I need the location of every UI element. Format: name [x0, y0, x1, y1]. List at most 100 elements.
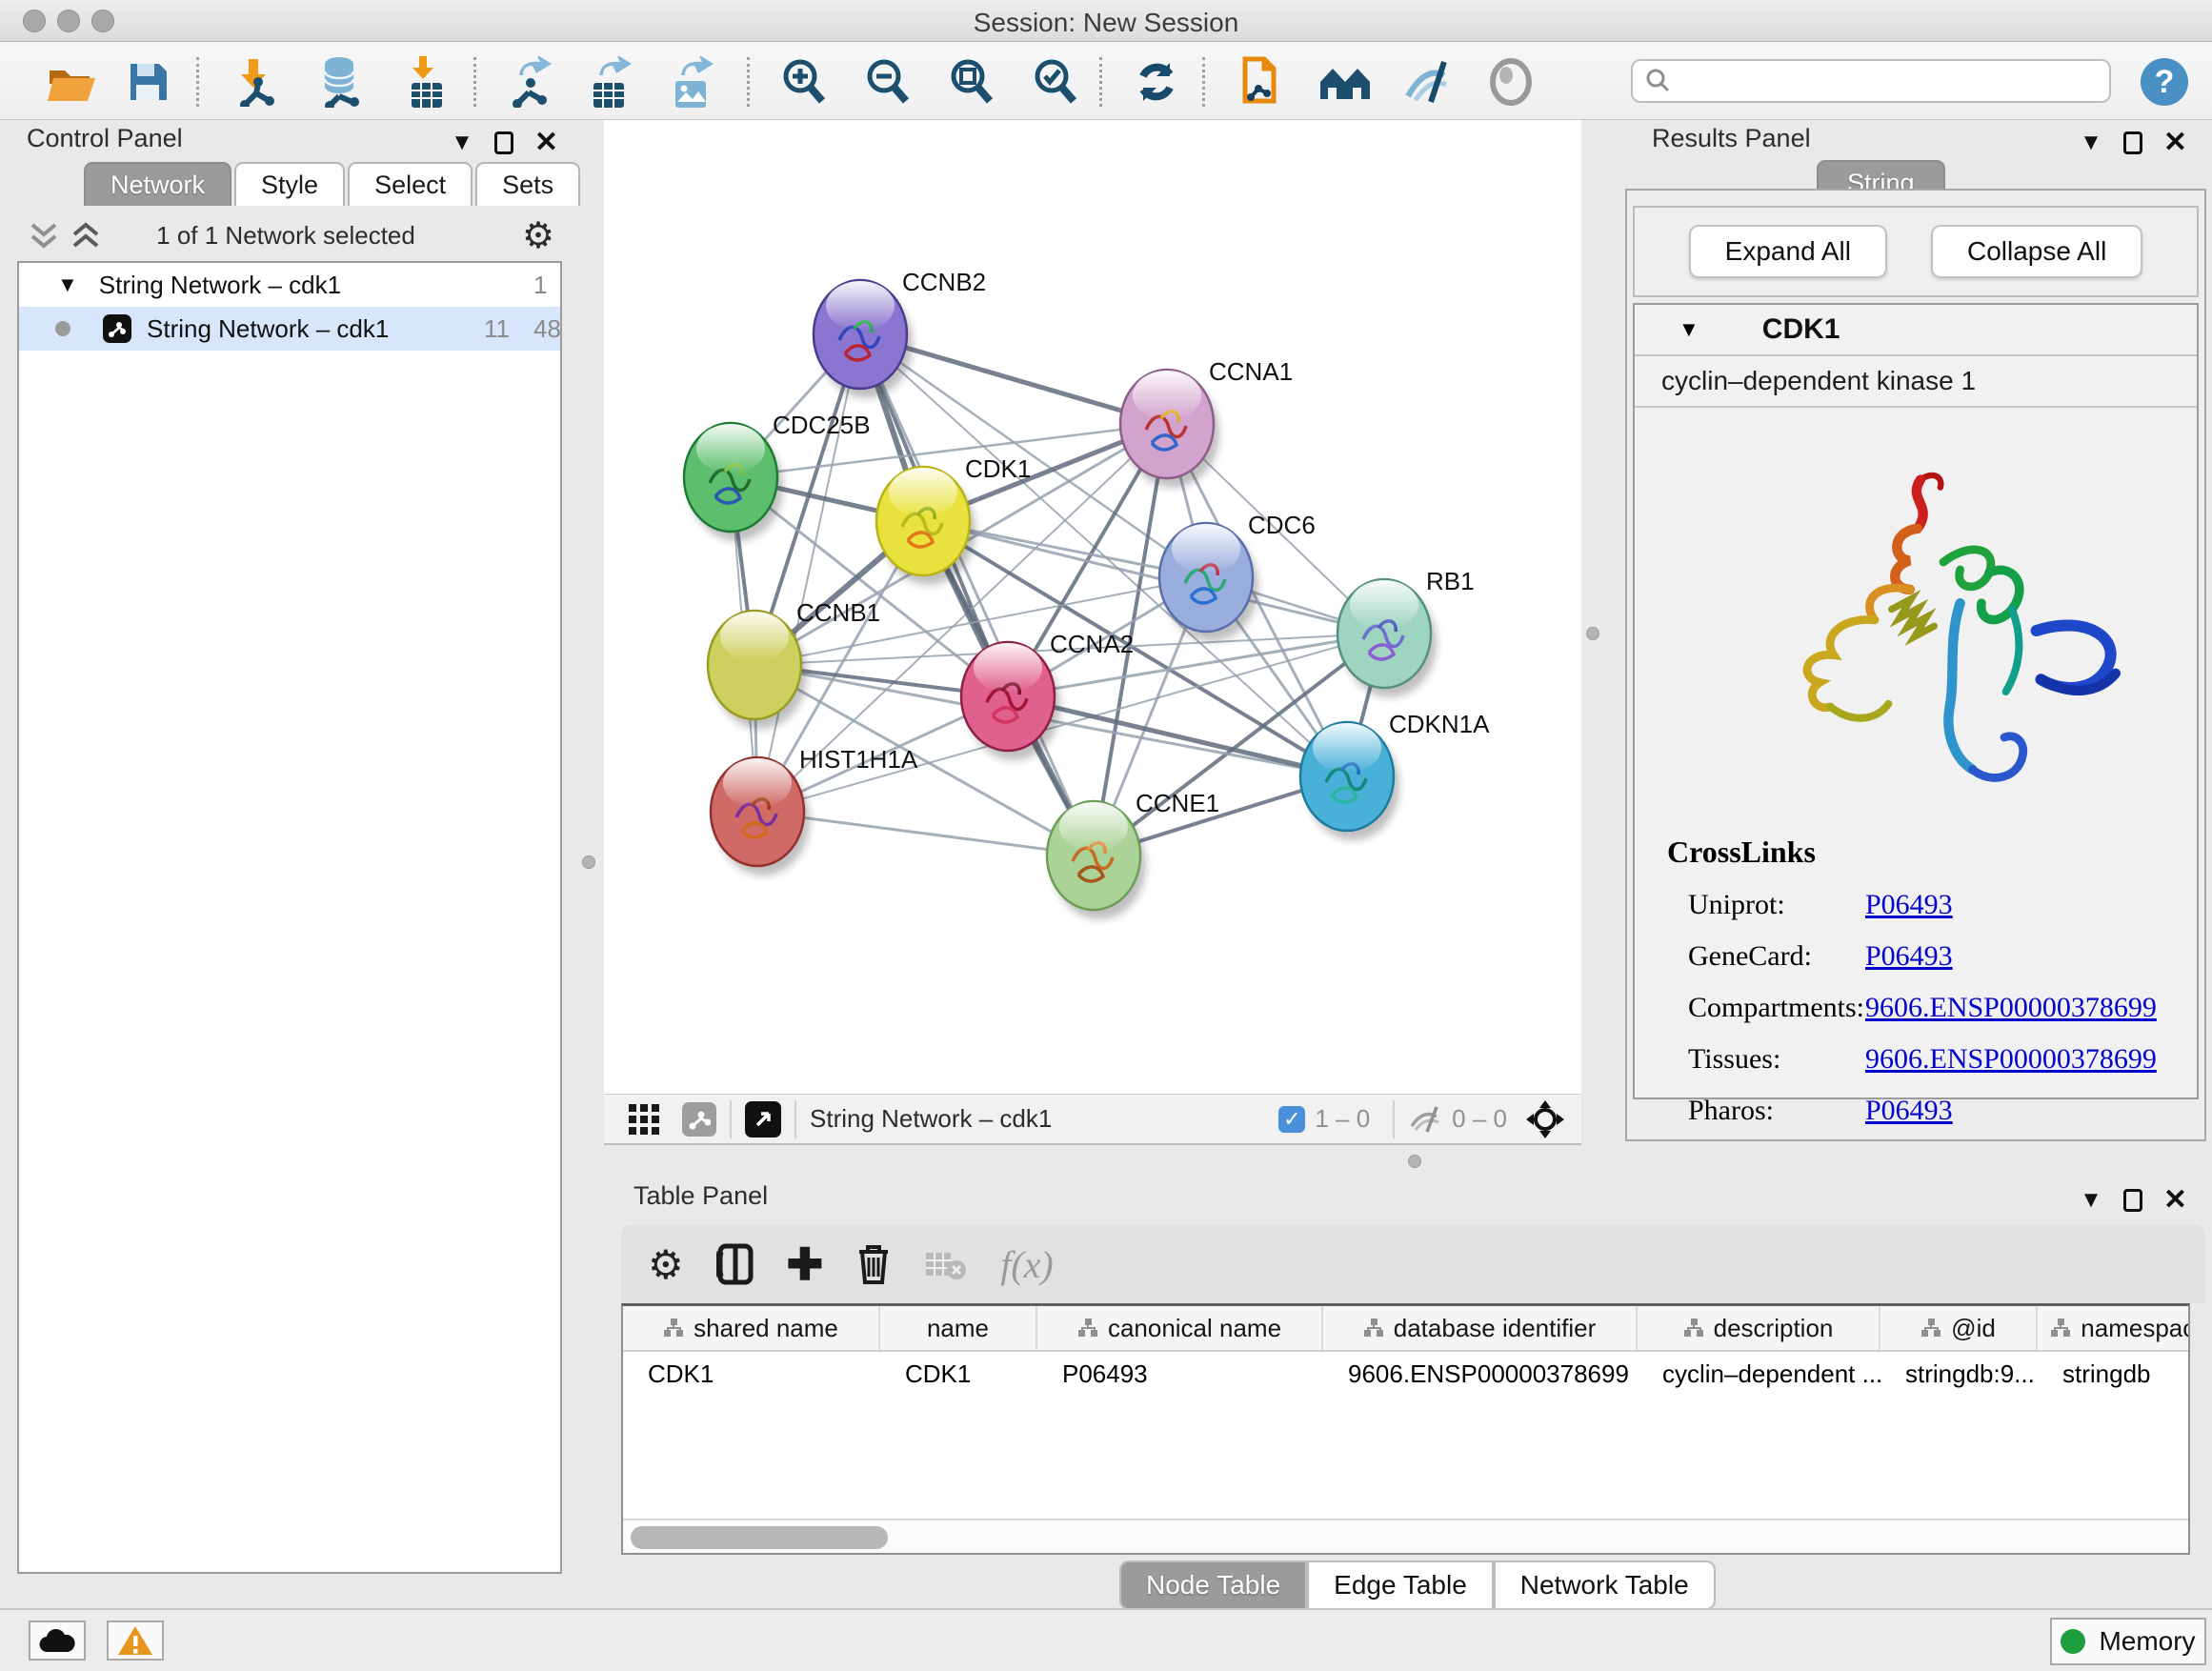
column-header-database-identifier[interactable]: database identifier [1323, 1306, 1638, 1350]
collection-expand-icon[interactable]: ▼ [57, 272, 78, 297]
crosslink-link[interactable]: 9606.ENSP00000378699 [1865, 1043, 2157, 1076]
search-field[interactable] [1631, 59, 2111, 103]
node-table[interactable]: shared namenamecanonical namedatabase id… [621, 1303, 2190, 1555]
save-session-icon[interactable] [122, 55, 175, 109]
table-cell[interactable]: stringdb:9... [1880, 1352, 2038, 1396]
node-CCNE1[interactable]: CCNE1 [1047, 789, 1219, 919]
search-input[interactable] [1673, 67, 2082, 96]
export-network-icon[interactable] [503, 55, 556, 109]
node-CDC6[interactable]: CDC6 [1159, 511, 1316, 641]
selected-checkbox-icon[interactable]: ✓ [1278, 1106, 1305, 1133]
hidden-eye-icon[interactable] [1408, 1105, 1442, 1134]
clear-table-icon[interactable] [924, 1247, 968, 1281]
zoom-in-icon[interactable] [777, 55, 831, 109]
table-cell[interactable]: CDK1 [623, 1352, 880, 1396]
string-import-icon[interactable] [1231, 55, 1284, 109]
network-collection-row[interactable]: ▼ String Network – cdk1 1 [19, 263, 560, 307]
node-CCNB2[interactable]: CCNB2 [814, 268, 986, 398]
edge-CCNB2-CCNE1[interactable] [860, 334, 1094, 856]
table-cell[interactable]: CDK1 [880, 1352, 1037, 1396]
node-CDC25B[interactable]: CDC25B [684, 411, 871, 541]
first-neighbors-icon[interactable] [1318, 55, 1372, 109]
node-CDK1[interactable]: CDK1 [876, 454, 1031, 585]
network-row[interactable]: String Network – cdk1 11 48 [19, 307, 560, 351]
zoom-fit-icon[interactable] [945, 55, 998, 109]
node-CCNA1[interactable]: CCNA1 [1120, 357, 1293, 488]
tab-style[interactable]: Style [234, 162, 345, 206]
expand-collapse-bar: Expand All Collapse All [1633, 206, 2199, 297]
export-image-icon[interactable] [665, 55, 718, 109]
gray-eye-icon[interactable] [1484, 55, 1538, 109]
float-panel-icon[interactable] [2123, 131, 2142, 154]
column-header--id[interactable]: @id [1880, 1306, 2038, 1350]
collapse-all-button[interactable]: Collapse All [1931, 225, 2142, 278]
tab-node-table[interactable]: Node Table [1119, 1560, 1307, 1610]
tab-select[interactable]: Select [348, 162, 473, 206]
edge-CCNB2-HIST1H1A[interactable] [757, 334, 860, 812]
float-panel-icon[interactable] [494, 131, 513, 154]
collapse-panel-icon[interactable]: ▼ [2080, 130, 2102, 156]
table-cell[interactable]: stringdb [2038, 1352, 2190, 1396]
tab-network-table[interactable]: Network Table [1494, 1560, 1716, 1610]
warnings-button[interactable] [107, 1621, 164, 1661]
crosslink-link[interactable]: P06493 [1865, 1095, 1953, 1127]
expand-all-button[interactable]: Expand All [1689, 225, 1887, 278]
table-settings-gear-icon[interactable]: ⚙ [648, 1241, 684, 1288]
memory-button[interactable]: Memory [2050, 1618, 2206, 1665]
zoom-out-icon[interactable] [861, 55, 915, 109]
horizontal-splitter-handle[interactable] [1408, 1155, 1421, 1168]
zoom-selected-icon[interactable] [1029, 55, 1082, 109]
entry-expand-icon[interactable]: ▼ [1679, 317, 1699, 342]
crosslink-row: Pharos:P06493 [1667, 1095, 2157, 1127]
column-header-description[interactable]: description [1638, 1306, 1880, 1350]
refresh-icon[interactable] [1130, 55, 1183, 109]
crosslink-link[interactable]: 9606.ENSP00000378699 [1865, 992, 2157, 1024]
collapse-panel-icon[interactable]: ▼ [451, 130, 473, 156]
table-cell[interactable]: cyclin–dependent ... [1638, 1352, 1880, 1396]
float-panel-icon[interactable] [2123, 1189, 2142, 1212]
tab-network[interactable]: Network [84, 162, 231, 206]
collapse-panel-icon[interactable]: ▼ [2080, 1187, 2102, 1214]
node-CCNB1[interactable]: CCNB1 [708, 598, 880, 729]
left-splitter-handle[interactable] [582, 856, 595, 869]
node-RB1[interactable]: RB1 [1337, 567, 1475, 697]
column-header-canonical-name[interactable]: canonical name [1037, 1306, 1323, 1350]
crosslink-link[interactable]: P06493 [1865, 940, 1953, 973]
close-panel-icon[interactable]: ✕ [534, 126, 558, 159]
birds-eye-toggle-icon[interactable] [1524, 1098, 1566, 1140]
tab-sets[interactable]: Sets [475, 162, 580, 206]
help-icon[interactable]: ? [2138, 55, 2191, 109]
tab-edge-table[interactable]: Edge Table [1307, 1560, 1494, 1610]
node-CCNA2[interactable]: CCNA2 [961, 630, 1134, 760]
grid-view-icon[interactable] [627, 1102, 661, 1137]
node-CDKN1A[interactable]: CDKN1A [1300, 710, 1490, 840]
import-network-file-icon[interactable] [232, 55, 286, 109]
gear-icon[interactable]: ⚙ [522, 214, 554, 257]
function-builder-icon[interactable]: f(x) [1000, 1242, 1054, 1287]
open-session-icon[interactable] [46, 55, 99, 109]
table-cell[interactable]: P06493 [1037, 1352, 1323, 1396]
create-column-icon[interactable]: ✚ [787, 1238, 824, 1290]
delete-columns-icon[interactable] [855, 1242, 892, 1286]
node-details-header[interactable]: ▼ CDK1 [1635, 305, 2197, 356]
column-header-name[interactable]: name [880, 1306, 1037, 1350]
table-horizontal-scrollbar[interactable] [623, 1519, 2188, 1553]
column-header-shared-name[interactable]: shared name [623, 1306, 880, 1350]
import-table-file-icon[interactable] [400, 55, 453, 109]
table-cell[interactable]: 9606.ENSP00000378699 [1323, 1352, 1638, 1396]
crosslink-link[interactable]: P06493 [1865, 889, 1953, 921]
cloud-button[interactable] [29, 1621, 86, 1661]
show-columns-icon[interactable] [716, 1242, 754, 1286]
hide-selected-icon[interactable] [1400, 55, 1454, 109]
network-canvas[interactable]: CCNB2 CCNA1 CDC25BCDK1 CDC6RB1 CCNB1 CCNA2 CDK… [604, 120, 1581, 1094]
close-panel-icon[interactable]: ✕ [2163, 1183, 2187, 1217]
table-row[interactable]: CDK1CDK1P064939606.ENSP00000378699cyclin… [623, 1352, 2188, 1396]
network-view-icon[interactable] [682, 1102, 716, 1137]
node-HIST1H1A[interactable]: HIST1H1A [711, 745, 918, 876]
export-table-icon[interactable] [583, 55, 636, 109]
import-network-database-icon[interactable] [314, 55, 368, 109]
column-header-namespace[interactable]: namespace [2038, 1306, 2190, 1350]
close-panel-icon[interactable]: ✕ [2163, 126, 2187, 159]
scrollbar-thumb[interactable] [631, 1526, 888, 1549]
detach-view-icon[interactable] [745, 1101, 781, 1137]
